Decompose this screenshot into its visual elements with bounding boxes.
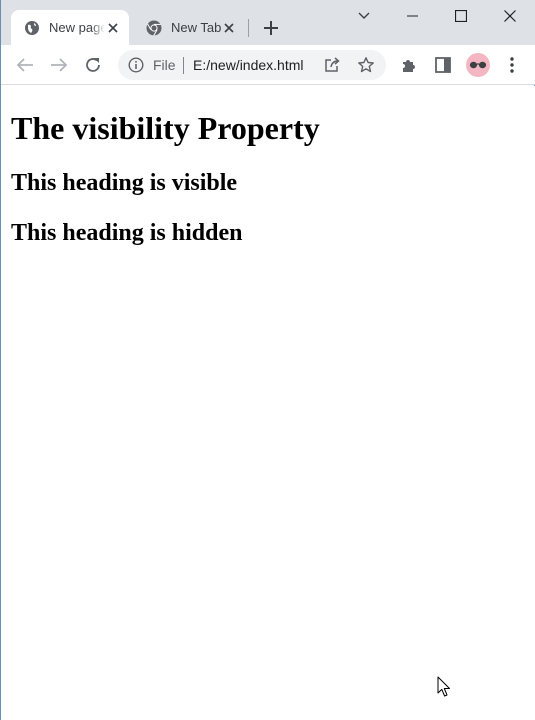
hidden-heading: This heading is hidden	[11, 220, 243, 246]
new-tab-button[interactable]	[260, 17, 282, 39]
close-tab-icon[interactable]	[105, 20, 121, 36]
share-icon[interactable]	[323, 56, 341, 74]
close-window-button[interactable]	[487, 0, 533, 32]
tab-strip: New page New Tab	[1, 0, 535, 45]
plus-icon	[264, 21, 278, 35]
mouse-cursor-icon	[437, 676, 451, 698]
chevron-down-icon	[358, 12, 370, 19]
menu-button[interactable]	[500, 53, 524, 77]
profile-avatar[interactable]	[466, 53, 490, 77]
url-text[interactable]: E:/new/index.html	[193, 57, 304, 73]
tab-title: New page	[49, 20, 105, 35]
info-icon[interactable]	[128, 57, 144, 73]
tab-new-tab[interactable]: New Tab	[133, 10, 245, 45]
extensions-button[interactable]	[397, 53, 421, 77]
browser-toolbar: File E:/new/index.html	[1, 45, 535, 85]
globe-icon	[24, 20, 40, 36]
arrow-left-icon	[16, 58, 33, 72]
back-button[interactable]	[13, 53, 37, 77]
tab-new-page[interactable]: New page	[11, 10, 129, 45]
reload-icon	[86, 58, 100, 72]
more-vertical-icon	[510, 57, 514, 73]
scheme-label: File	[153, 57, 176, 73]
side-panel-button[interactable]	[431, 53, 455, 77]
tab-title: New Tab	[171, 20, 221, 35]
page-title: The visibility Property	[11, 110, 320, 146]
minimize-button[interactable]	[389, 0, 435, 32]
browser-window: New page New Tab File E:/new/index.html …	[0, 0, 535, 720]
page-content: The visibility Property This heading is …	[1, 86, 535, 720]
minimize-icon	[406, 15, 418, 17]
sunglasses-icon	[469, 61, 487, 69]
maximize-icon	[455, 10, 467, 22]
arrow-right-icon	[51, 58, 68, 72]
close-icon	[504, 10, 516, 22]
puzzle-icon	[403, 60, 415, 72]
omnibox-divider	[183, 57, 184, 74]
side-panel-icon	[435, 57, 451, 73]
address-bar[interactable]: File E:/new/index.html	[118, 50, 386, 80]
bookmark-star-icon[interactable]	[357, 56, 375, 74]
tab-search-button[interactable]	[341, 0, 387, 32]
visible-heading: This heading is visible	[11, 170, 238, 196]
chrome-icon	[146, 20, 162, 36]
tab-separator	[248, 19, 249, 37]
maximize-button[interactable]	[438, 0, 484, 32]
forward-button[interactable]	[47, 53, 71, 77]
reload-button[interactable]	[81, 53, 105, 77]
close-tab-icon[interactable]	[221, 20, 237, 36]
